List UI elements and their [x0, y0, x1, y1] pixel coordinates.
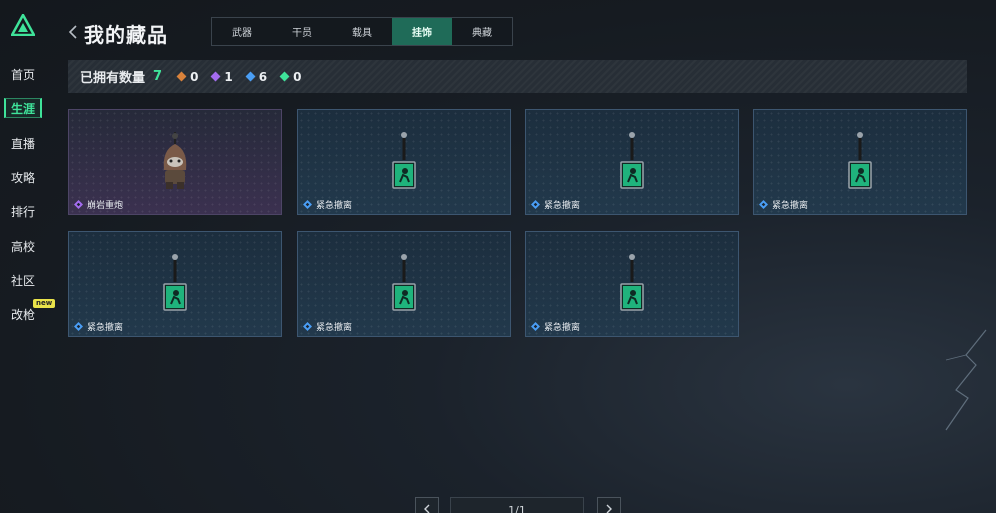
item-name: 紧急撤离: [87, 323, 124, 333]
rarity-diamond-icon: [759, 200, 768, 209]
rarity-stat-purple: 1: [210, 69, 233, 84]
sidebar-item-guides[interactable]: 攻略: [4, 167, 42, 187]
rarity-stat-orange: 0: [176, 69, 199, 84]
emergency-tag-charm-icon: [163, 254, 187, 311]
tab-weapons[interactable]: 武器: [212, 18, 272, 45]
item-card[interactable]: 紧急撤离: [525, 109, 739, 215]
rarity-stat-blue: 6: [245, 69, 268, 84]
sidebar-item-ranking[interactable]: 排行: [4, 201, 42, 221]
emergency-tag-charm-icon: [848, 132, 872, 189]
sidebar-item-home[interactable]: 首页: [4, 64, 42, 84]
page-indicator: 1/1: [450, 497, 584, 513]
purple-rarity-icon: [210, 71, 221, 82]
rarity-count: 0: [293, 69, 302, 84]
rarity-diamond-icon: [74, 200, 83, 209]
item-name-row: 紧急撤离: [74, 320, 123, 333]
tab-collection[interactable]: 典藏: [452, 18, 512, 45]
item-name: 紧急撤离: [772, 201, 809, 211]
rock-creature-charm-icon: [163, 132, 187, 189]
rarity-count: 0: [190, 69, 199, 84]
item-name: 紧急撤离: [544, 323, 581, 333]
item-name-row: 紧急撤离: [303, 198, 352, 211]
item-name: 紧急撤离: [316, 323, 353, 333]
sidebar-item-community[interactable]: 社区: [4, 270, 42, 290]
page-title: 我的藏品: [84, 23, 168, 47]
rarity-diamond-icon: [74, 322, 83, 331]
sidebar-item-career[interactable]: 生涯: [4, 98, 42, 118]
orange-rarity-icon: [176, 71, 187, 82]
item-name: 紧急撤离: [544, 201, 581, 211]
blue-rarity-icon: [245, 71, 256, 82]
item-name-row: 崩岩重炮: [74, 198, 123, 211]
item-card[interactable]: 紧急撤离: [525, 231, 739, 337]
lightning-decoration: [945, 329, 987, 431]
item-card[interactable]: 紧急撤离: [297, 109, 511, 215]
rarity-diamond-icon: [303, 322, 312, 331]
item-card[interactable]: 崩岩重炮: [68, 109, 282, 215]
back-chevron-icon[interactable]: [68, 24, 78, 40]
emergency-tag-charm-icon: [620, 132, 644, 189]
rarity-diamond-icon: [531, 322, 540, 331]
tab-vehicles[interactable]: 载具: [332, 18, 392, 45]
item-name-row: 紧急撤离: [531, 198, 580, 211]
tab-operators[interactable]: 干员: [272, 18, 332, 45]
emergency-tag-charm-icon: [620, 254, 644, 311]
next-page-button[interactable]: [597, 497, 621, 513]
item-card[interactable]: 紧急撤离: [68, 231, 282, 337]
category-tabs: 武器 干员 载具 挂饰 典藏: [211, 17, 513, 46]
tab-charms[interactable]: 挂饰: [392, 18, 452, 45]
item-name: 紧急撤离: [316, 201, 353, 211]
emergency-tag-charm-icon: [392, 132, 416, 189]
item-name: 崩岩重炮: [87, 201, 124, 211]
item-name-row: 紧急撤离: [531, 320, 580, 333]
rarity-count: 6: [258, 69, 268, 84]
rarity-diamond-icon: [303, 200, 312, 209]
owned-count-label: 已拥有数量: [80, 71, 146, 86]
chevron-right-icon: [606, 504, 612, 513]
item-card[interactable]: 紧急撤离: [297, 231, 511, 337]
item-name-row: 紧急撤离: [759, 198, 808, 211]
new-badge: new: [33, 299, 56, 308]
emergency-tag-charm-icon: [392, 254, 416, 311]
owned-count-total: 7: [153, 69, 163, 84]
sidebar: 首页 生涯 直播 攻略 排行 高校 社区 改枪 new: [0, 0, 56, 513]
item-card[interactable]: 紧急撤离: [753, 109, 967, 215]
green-rarity-icon: [279, 71, 290, 82]
prev-page-button[interactable]: [415, 497, 439, 513]
chevron-left-icon: [424, 504, 430, 513]
sidebar-item-college[interactable]: 高校: [4, 236, 42, 256]
rarity-stat-green: 0: [279, 69, 302, 84]
sidebar-item-live[interactable]: 直播: [4, 133, 42, 153]
rarity-diamond-icon: [531, 200, 540, 209]
logo-icon[interactable]: [11, 14, 35, 36]
rarity-count: 1: [224, 69, 233, 84]
owned-stats-bar: 已拥有数量 7 0 1 6 0: [68, 60, 967, 93]
item-name-row: 紧急撤离: [303, 320, 352, 333]
